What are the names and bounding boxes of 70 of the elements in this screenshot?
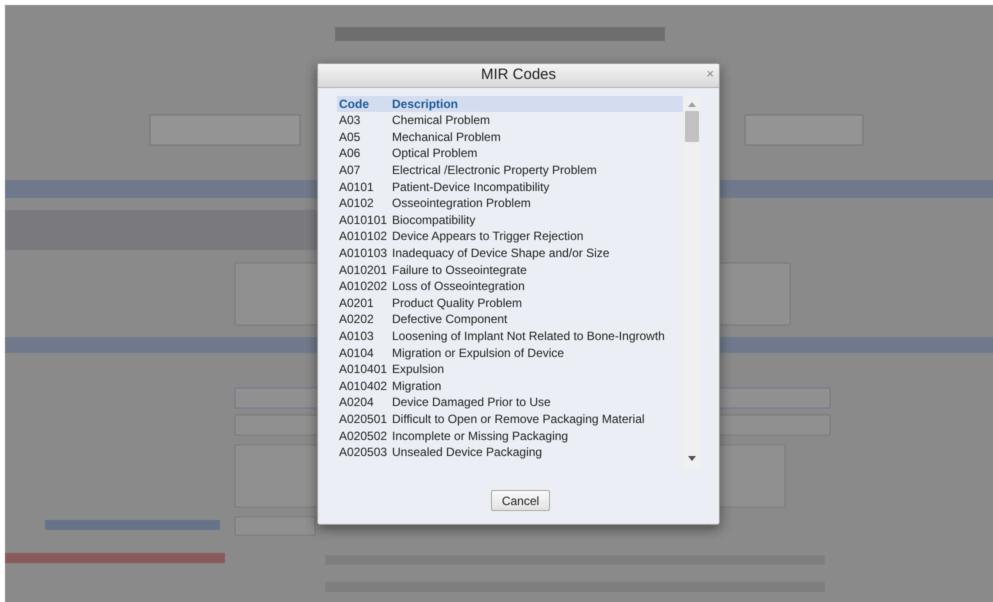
scroll-down-icon[interactable]	[688, 456, 696, 461]
code-cell-text: A020503	[338, 444, 388, 462]
code-row[interactable]: A010201 Failure to Osseointegrate	[337, 261, 683, 278]
code-row[interactable]: A06 Optical Problem	[337, 145, 683, 162]
code-row[interactable]: A0102 Osseointegration Problem	[337, 194, 683, 212]
code-cell-text: A06	[338, 145, 362, 162]
code-row[interactable]: A010401 Expulsion	[337, 360, 683, 378]
code-row[interactable]: A05 Mechanical Problem	[337, 128, 683, 146]
column-header: Description	[391, 96, 458, 113]
code-row[interactable]: A0201 Product Quality Problem	[337, 294, 683, 312]
code-cell-text: A010103	[338, 245, 388, 262]
code-cell-text: A0202	[338, 311, 375, 328]
description-cell-text: Chemical Problem	[391, 112, 490, 130]
cancel-button[interactable]: Cancel	[490, 490, 550, 511]
code-row[interactable]: A0103 Loosening of Implant Not Related to Bone-Ingrowth	[337, 328, 683, 344]
description-cell-text: Unsealed Device Packaging	[391, 444, 542, 462]
description-cell-text: Device Appears to Trigger Rejection	[391, 228, 584, 246]
code-cell-text: A0204	[338, 394, 375, 412]
code-row[interactable]: A0104 Migration or Expulsion of Device	[337, 344, 683, 361]
code-cell-text: A05	[338, 128, 362, 146]
description-cell-text: Loss of Osseointegration	[391, 278, 525, 296]
code-row[interactable]: A010402 Migration	[337, 378, 683, 394]
code-row[interactable]: A0202 Defective Component	[337, 311, 683, 328]
description-cell-text: Defective Component	[391, 311, 508, 328]
description-cell-text: Loosening of Implant Not Related to Bone-Ingrowth	[391, 328, 665, 346]
description-cell-text: Product Quality Problem	[391, 294, 522, 312]
column-header: Code	[338, 96, 370, 113]
code-cell-text: A010401	[338, 361, 388, 378]
code-row[interactable]: A010101 Biocompatibility	[337, 212, 683, 228]
code-cell-text: A0101	[338, 178, 375, 196]
description-cell-text: Migration	[391, 378, 442, 395]
scrollbar[interactable]	[683, 96, 700, 469]
code-cell-text: A020502	[338, 428, 388, 445]
code-row[interactable]: A010202 Loss of Osseointegration	[337, 278, 683, 295]
code-row[interactable]: A010102 Device Appears to Trigger Rejection	[337, 228, 683, 245]
description-cell-text: Mechanical Problem	[391, 128, 501, 146]
code-cell-text: A010101	[338, 212, 388, 229]
description-cell-text: Electrical /Electronic Property Problem	[391, 162, 597, 180]
description-cell-text: Incomplete or Missing Packaging	[391, 428, 568, 445]
description-cell-text: Osseointegration Problem	[391, 195, 531, 212]
code-cell-text: A07	[338, 162, 362, 180]
description-cell-text: Device Damaged Prior to Use	[391, 394, 551, 412]
code-cell-text: A0102	[338, 195, 375, 212]
code-row[interactable]: A020503 Unsealed Device Packaging	[337, 444, 683, 460]
code-cell-text: A03	[338, 112, 362, 130]
code-cell-text: A020501	[338, 410, 388, 428]
description-cell-text: Failure to Osseointegrate	[391, 262, 527, 279]
description-cell-text: Optical Problem	[391, 145, 478, 162]
dialog-title: MIR Codes	[480, 65, 556, 86]
description-cell-text: Patient-Device Incompatibility	[391, 178, 550, 196]
code-cell-text: A010102	[338, 228, 388, 246]
code-cell-text: A0104	[338, 344, 375, 362]
description-cell-text: Biocompatibility	[391, 212, 476, 229]
code-cell-text: A0201	[338, 294, 375, 312]
code-cell-text: A010202	[338, 278, 388, 296]
code-row[interactable]: A010103 Inadequacy of Device Shape and/or Size	[337, 244, 683, 262]
code-row[interactable]: A07 Electrical /Electronic Property Problem	[337, 162, 683, 178]
code-cell-text: A0103	[338, 328, 375, 346]
code-row[interactable]: A03 Chemical Problem	[337, 112, 683, 129]
code-cell-text: A010402	[338, 378, 388, 395]
description-cell-text: Expulsion	[391, 361, 444, 378]
code-row[interactable]: A020502 Incomplete or Missing Packaging	[337, 427, 683, 444]
code-row[interactable]: A020501 Difficult to Open or Remove Packaging Material	[337, 410, 683, 428]
code-cell-text: A010201	[338, 262, 388, 279]
scroll-thumb[interactable]	[684, 111, 698, 142]
description-cell-text: Difficult to Open or Remove Packaging Material	[391, 410, 645, 428]
description-cell-text: Inadequacy of Device Shape and/or Size	[391, 245, 610, 262]
description-cell-text: Migration or Expulsion of Device	[391, 344, 564, 362]
scroll-up-icon[interactable]	[688, 102, 696, 107]
code-row[interactable]: A0204 Device Damaged Prior to Use	[337, 394, 683, 411]
